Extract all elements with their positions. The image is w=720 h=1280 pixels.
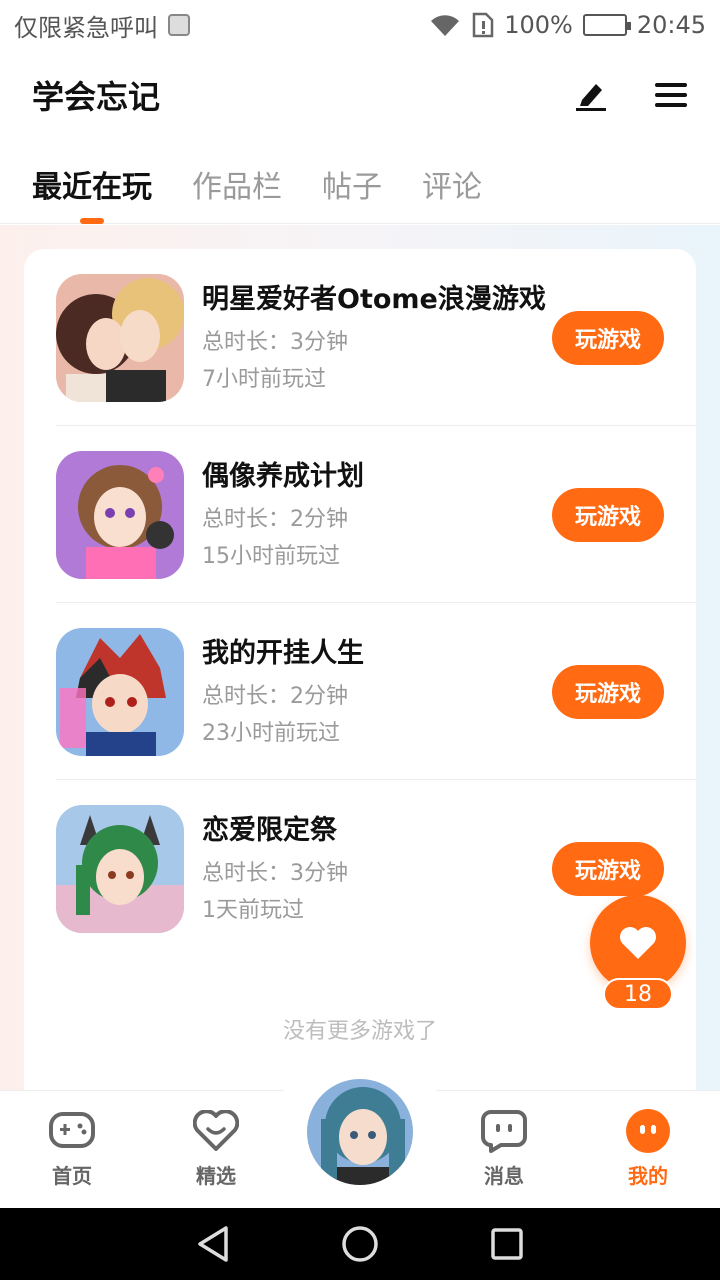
play-game-button[interactable]: 玩游戏 xyxy=(552,664,664,719)
game-last-played: 23小时前玩过 xyxy=(202,721,340,746)
header-actions xyxy=(574,78,688,112)
game-cover-image xyxy=(56,273,184,402)
header: 学会忘记 xyxy=(0,50,720,140)
no-more-games-text: 没有更多游戏了 xyxy=(282,1019,437,1044)
game-last-played: 15小时前玩过 xyxy=(202,544,340,569)
status-right: 100% 20:45 xyxy=(428,11,706,39)
list-item[interactable]: 明星爱好者Otome浪漫游戏 总时长：3分钟 7小时前玩过 玩游戏 xyxy=(56,249,696,426)
profile-tabs: 最近在玩 作品栏 帖子 评论 xyxy=(0,140,720,224)
recents-button[interactable] xyxy=(487,1224,527,1264)
back-triangle-icon xyxy=(198,1226,229,1262)
play-game-button[interactable]: 玩游戏 xyxy=(552,310,664,365)
status-bar: 仅限紧急呼叫 100% 20:45 xyxy=(0,0,720,50)
home-circle-icon xyxy=(342,1226,378,1262)
nav-label: 首页 xyxy=(52,1164,92,1188)
avatar[interactable] xyxy=(304,1076,416,1188)
like-count-badge: 18 xyxy=(603,978,673,1010)
sim-alert-icon xyxy=(472,12,494,38)
emergency-call-text: 仅限紧急呼叫 xyxy=(14,13,158,42)
tab-comments[interactable]: 评论 xyxy=(422,140,482,224)
recents-square-icon xyxy=(490,1228,523,1260)
gamepad-icon xyxy=(49,1112,95,1148)
game-cover-image xyxy=(56,450,184,579)
like-button[interactable] xyxy=(590,895,686,991)
home-button[interactable] xyxy=(340,1224,380,1264)
profile-face-icon xyxy=(626,1109,670,1153)
play-game-button[interactable]: 玩游戏 xyxy=(552,841,664,896)
pen-icon xyxy=(576,84,606,111)
clock: 20:45 xyxy=(636,11,706,39)
tab-recently-played[interactable]: 最近在玩 xyxy=(32,140,152,224)
menu-button[interactable] xyxy=(654,78,688,112)
hamburger-menu-icon xyxy=(655,83,687,107)
status-left: 仅限紧急呼叫 xyxy=(14,8,190,43)
edit-button[interactable] xyxy=(574,78,608,112)
heart-icon xyxy=(620,927,656,959)
image-notification-icon xyxy=(168,14,190,36)
chat-bubble-icon xyxy=(481,1110,527,1153)
nav-label: 消息 xyxy=(484,1164,524,1188)
battery-icon xyxy=(582,14,631,36)
tab-works[interactable]: 作品栏 xyxy=(192,140,282,224)
wifi-icon xyxy=(431,15,460,37)
heart-chat-icon xyxy=(193,1110,239,1151)
list-item[interactable]: 我的开挂人生 总时长：2分钟 23小时前玩过 玩游戏 xyxy=(56,603,696,780)
list-item[interactable]: 偶像养成计划 总时长：2分钟 15小时前玩过 玩游戏 xyxy=(56,426,696,603)
game-cover-image xyxy=(56,627,184,756)
recent-games-card: 明星爱好者Otome浪漫游戏 总时长：3分钟 7小时前玩过 玩游戏 偶像养成计划… xyxy=(24,249,696,1109)
nav-label: 我的 xyxy=(628,1164,668,1188)
nav-item-messages[interactable]: 消息 xyxy=(454,1108,554,1189)
play-game-button[interactable]: 玩游戏 xyxy=(552,487,664,542)
battery-percent: 100% xyxy=(504,11,573,39)
nav-item-me[interactable]: 我的 xyxy=(598,1108,698,1189)
system-nav-bar xyxy=(0,1208,720,1280)
tab-posts[interactable]: 帖子 xyxy=(322,140,382,224)
nav-label: 精选 xyxy=(196,1164,236,1188)
page-title: 学会忘记 xyxy=(32,78,161,116)
game-last-played: 7小时前玩过 xyxy=(202,367,326,392)
game-cover-image xyxy=(56,804,184,933)
nav-item-featured[interactable]: 精选 xyxy=(166,1108,266,1189)
nav-item-home[interactable]: 首页 xyxy=(22,1108,122,1189)
back-button[interactable] xyxy=(193,1224,233,1264)
